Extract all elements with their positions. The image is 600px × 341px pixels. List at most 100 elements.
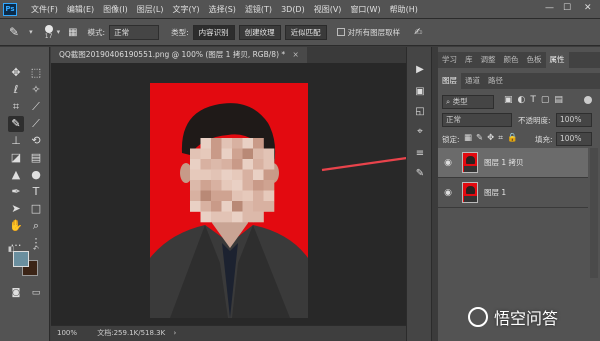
tab-swatches[interactable]: 色板 bbox=[523, 52, 546, 68]
quick-mask-icon[interactable]: ◙ bbox=[8, 285, 24, 301]
spot-healing-tool-icon[interactable]: ✎ bbox=[8, 116, 24, 132]
menu-help[interactable]: 帮助(H) bbox=[390, 4, 418, 15]
portrait-photo[interactable] bbox=[150, 83, 308, 318]
face-pixel bbox=[263, 148, 275, 160]
history-brush-tool-icon[interactable]: ⟲ bbox=[28, 133, 44, 149]
hand-tool-icon[interactable]: ✋ bbox=[8, 218, 24, 234]
sample-all-layers-checkbox[interactable] bbox=[336, 28, 345, 36]
maximize-button[interactable]: ☐ bbox=[563, 3, 571, 13]
foreground-color-swatch[interactable] bbox=[13, 251, 29, 267]
blend-mode-select[interactable]: 正常 bbox=[442, 113, 512, 127]
gradient-tool-icon[interactable]: ▤ bbox=[28, 150, 44, 166]
layer-row-selected[interactable]: ◉ 图层 1 拷贝 bbox=[438, 148, 588, 178]
close-button[interactable]: ✕ bbox=[584, 3, 592, 13]
move-tool-icon[interactable]: ✥ bbox=[8, 65, 24, 81]
layer-filter-select[interactable]: ⌕ 类型 bbox=[442, 95, 494, 109]
layers-scrollbar[interactable] bbox=[590, 148, 598, 278]
visibility-eye-icon[interactable]: ◉ bbox=[438, 188, 458, 198]
filter-pixel-icon[interactable]: ▣ bbox=[504, 95, 518, 105]
lock-artboard-icon[interactable]: ⌗ bbox=[498, 133, 507, 143]
proximity-match-button[interactable]: 近似匹配 bbox=[284, 24, 327, 40]
fill-input[interactable]: 100% bbox=[556, 132, 592, 146]
layer-name[interactable]: 图层 1 拷贝 bbox=[484, 157, 524, 168]
lock-label: 锁定: bbox=[442, 135, 460, 144]
navigator-panel-icon[interactable]: ⌖ bbox=[413, 125, 427, 139]
lasso-tool-icon[interactable]: ℓ bbox=[8, 82, 24, 98]
layer-filter-icons[interactable]: ▣◐T▢▤ bbox=[504, 95, 568, 105]
menu-3d[interactable]: 3D(D) bbox=[281, 5, 305, 14]
clone-source-panel-icon[interactable]: ✎ bbox=[413, 167, 427, 181]
quick-select-tool-icon[interactable]: ✧ bbox=[28, 82, 44, 98]
right-panel: 学习 库 调整 颜色 色板 属性 图层 通道 路径 ⌕ 类型 ▣◐T▢▤ 正常 … bbox=[438, 47, 600, 341]
brush-settings-panel-icon[interactable]: ≡ bbox=[413, 147, 427, 161]
layer-name[interactable]: 图层 1 bbox=[484, 187, 506, 198]
dodge-tool-icon[interactable]: ● bbox=[28, 167, 44, 183]
face-pixel bbox=[242, 190, 254, 202]
tab-properties[interactable]: 属性 bbox=[545, 52, 569, 68]
clone-stamp-tool-icon[interactable]: ⊥ bbox=[8, 133, 24, 149]
lock-image-icon[interactable]: ✎ bbox=[476, 133, 487, 143]
document-tab[interactable]: QQ截图20190406190551.png @ 100% (图层 1 拷贝, … bbox=[51, 47, 307, 63]
path-select-tool-icon[interactable]: ➤ bbox=[8, 201, 24, 217]
pen-tool-icon[interactable]: ✒ bbox=[8, 184, 24, 200]
opacity-input[interactable]: 100% bbox=[556, 113, 592, 127]
properties-panel-icon[interactable]: ◱ bbox=[413, 105, 427, 119]
crop-tool-icon[interactable]: ⌗ bbox=[8, 99, 24, 115]
zoom-level[interactable]: 100% bbox=[57, 329, 77, 337]
shape-tool-icon[interactable]: □ bbox=[28, 201, 44, 217]
content-aware-button[interactable]: 内容识别 bbox=[192, 24, 235, 40]
menu-view[interactable]: 视图(V) bbox=[314, 4, 342, 15]
menu-filter[interactable]: 滤镜(T) bbox=[245, 4, 272, 15]
filter-adjust-icon[interactable]: ◐ bbox=[518, 95, 531, 105]
filter-type-icon[interactable]: T bbox=[530, 95, 541, 105]
spot-healing-brush-icon[interactable]: ✎ bbox=[9, 25, 19, 39]
filter-toggle-icon[interactable] bbox=[584, 96, 592, 104]
menu-window[interactable]: 窗口(W) bbox=[350, 4, 380, 15]
swap-colors-icon[interactable]: ↶ bbox=[33, 245, 39, 253]
marquee-tool-icon[interactable]: ⬚ bbox=[28, 65, 44, 81]
close-tab-icon[interactable]: × bbox=[293, 50, 299, 59]
blur-tool-icon[interactable]: ▲ bbox=[8, 167, 24, 183]
tab-layers[interactable]: 图层 bbox=[438, 73, 461, 89]
face-pixel bbox=[200, 201, 212, 212]
lock-position-icon[interactable]: ✥ bbox=[487, 133, 498, 143]
create-texture-button[interactable]: 创建纹理 bbox=[238, 24, 281, 40]
lock-all-icon[interactable]: 🔒 bbox=[507, 133, 522, 143]
type-tool-icon[interactable]: T bbox=[28, 184, 44, 200]
menu-type[interactable]: 文字(Y) bbox=[172, 4, 199, 15]
brush-dropdown-icon[interactable]: ▾ bbox=[57, 28, 61, 36]
visibility-eye-icon[interactable]: ◉ bbox=[438, 158, 458, 168]
tab-libraries[interactable]: 库 bbox=[461, 52, 477, 68]
layer-row[interactable]: ◉ 图层 1 bbox=[438, 178, 588, 208]
screen-mode-icon[interactable]: ▭ bbox=[28, 285, 44, 301]
zoom-tool-icon[interactable]: ⌕ bbox=[28, 218, 44, 234]
tab-channels[interactable]: 通道 bbox=[461, 73, 484, 89]
history-panel-icon[interactable]: ▶ bbox=[413, 63, 427, 77]
face-pixel bbox=[253, 201, 264, 212]
menu-layer[interactable]: 图层(L) bbox=[137, 4, 164, 15]
mode-select[interactable]: 正常 bbox=[109, 24, 160, 40]
tab-color[interactable]: 颜色 bbox=[500, 52, 523, 68]
info-panel-icon[interactable]: ▣ bbox=[413, 85, 427, 99]
brush-tool-icon[interactable]: ⟋ bbox=[28, 116, 44, 132]
pressure-icon[interactable]: ✍ bbox=[414, 27, 422, 38]
tab-adjustments[interactable]: 调整 bbox=[477, 52, 500, 68]
filter-smart-icon[interactable]: ▤ bbox=[554, 95, 568, 105]
filter-shape-icon[interactable]: ▢ bbox=[541, 95, 555, 105]
menu-edit[interactable]: 编辑(E) bbox=[67, 4, 94, 15]
lock-icons[interactable]: ▦✎✥⌗🔒 bbox=[464, 133, 522, 143]
lock-transparent-icon[interactable]: ▦ bbox=[464, 133, 476, 143]
menu-image[interactable]: 图像(I) bbox=[103, 4, 128, 15]
menu-select[interactable]: 选择(S) bbox=[209, 4, 236, 15]
menu-file[interactable]: 文件(F) bbox=[31, 4, 58, 15]
brush-preview[interactable]: 17 bbox=[44, 24, 53, 40]
tool-preset-dropdown-icon[interactable]: ▾ bbox=[29, 28, 33, 36]
brush-settings-icon[interactable]: ▦ bbox=[68, 27, 77, 38]
face-pixel bbox=[232, 138, 243, 149]
eyedropper-tool-icon[interactable]: ⟋ bbox=[28, 99, 44, 115]
minimize-button[interactable]: — bbox=[545, 3, 554, 13]
tab-learn[interactable]: 学习 bbox=[438, 52, 461, 68]
status-menu-arrow[interactable]: › bbox=[173, 329, 176, 337]
tab-paths[interactable]: 路径 bbox=[484, 73, 507, 89]
eraser-tool-icon[interactable]: ◪ bbox=[8, 150, 24, 166]
